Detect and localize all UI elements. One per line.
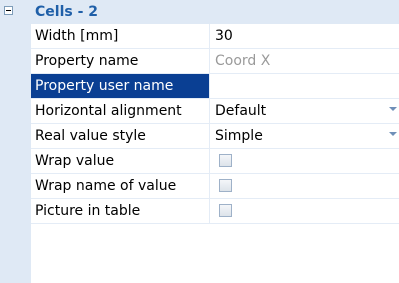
property-row-property-name[interactable]: Property name Coord X — [31, 49, 399, 74]
property-name[interactable]: Wrap name of value — [31, 174, 210, 198]
property-value-input[interactable]: 30 — [215, 24, 399, 48]
dropdown-arrow-icon[interactable] — [389, 132, 397, 136]
property-grid: Width [mm] 30 Property name Coord X Prop… — [31, 24, 399, 224]
property-value-input[interactable] — [215, 74, 399, 98]
property-value-input[interactable]: Coord X — [215, 49, 399, 73]
property-name[interactable]: Picture in table — [31, 199, 210, 223]
property-name[interactable]: Wrap value — [31, 149, 210, 173]
property-name[interactable]: Horizontal alignment — [31, 99, 210, 123]
property-name[interactable]: Property name — [31, 49, 210, 73]
property-row-wrap-name-of-value[interactable]: Wrap name of value — [31, 174, 399, 199]
property-row-picture-in-table[interactable]: Picture in table — [31, 199, 399, 224]
collapse-toggle-icon[interactable] — [4, 6, 13, 15]
property-name[interactable]: Width [mm] — [31, 24, 210, 48]
property-grid-margin — [0, 0, 31, 283]
category-label: Cells - 2 — [35, 4, 98, 20]
property-value-dropdown[interactable]: Simple — [215, 124, 399, 148]
dropdown-arrow-icon[interactable] — [389, 107, 397, 111]
wrap-name-of-value-checkbox[interactable] — [219, 179, 232, 192]
property-value-dropdown[interactable]: Default — [215, 99, 399, 123]
category-row[interactable]: Cells - 2 — [0, 0, 399, 24]
property-row-width[interactable]: Width [mm] 30 — [31, 24, 399, 49]
property-row-property-user-name[interactable]: Property user name — [31, 74, 399, 99]
property-name[interactable]: Property user name — [31, 74, 210, 98]
property-row-wrap-value[interactable]: Wrap value — [31, 149, 399, 174]
property-row-horizontal-alignment[interactable]: Horizontal alignment Default — [31, 99, 399, 124]
wrap-value-checkbox[interactable] — [219, 154, 232, 167]
property-row-real-value-style[interactable]: Real value style Simple — [31, 124, 399, 149]
picture-in-table-checkbox[interactable] — [219, 204, 232, 217]
property-name[interactable]: Real value style — [31, 124, 210, 148]
